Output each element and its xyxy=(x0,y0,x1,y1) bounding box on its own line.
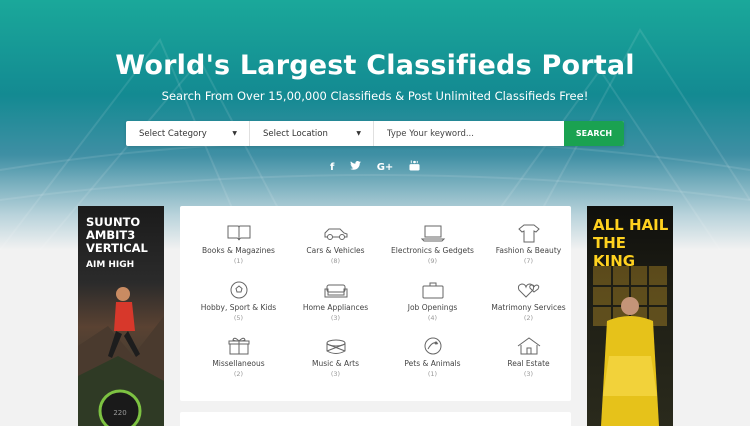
house-icon xyxy=(516,336,542,356)
category-item[interactable]: Matrimony Services (2) xyxy=(480,280,577,322)
category-count: (3) xyxy=(523,370,534,378)
sofa-icon xyxy=(323,280,349,300)
svg-text:220: 220 xyxy=(113,409,126,417)
category-count: (1) xyxy=(233,257,244,265)
social-links: f G+ xyxy=(330,160,420,174)
category-name: Job Openings xyxy=(407,303,458,312)
category-item[interactable]: Pets & Animals (1) xyxy=(384,336,481,378)
category-item[interactable]: Home Appliances (3) xyxy=(287,280,384,322)
category-count: (3) xyxy=(330,370,341,378)
twitter-icon[interactable] xyxy=(350,161,361,173)
category-item[interactable]: Electronics & Gedgets (9) xyxy=(384,223,481,265)
book-icon xyxy=(226,223,252,243)
gift-icon xyxy=(226,336,252,356)
category-name: Music & Arts xyxy=(311,359,360,368)
category-count: (8) xyxy=(330,257,341,265)
category-count: (5) xyxy=(233,314,244,322)
category-name: Missellaneous xyxy=(212,359,265,368)
category-name: Electronics & Gedgets xyxy=(391,246,474,255)
category-count: (2) xyxy=(523,314,534,322)
category-count: (1) xyxy=(427,370,438,378)
right-ad-headline: ALL HAIL THE KING xyxy=(593,216,669,270)
pet-icon xyxy=(420,336,446,356)
location-select[interactable]: Select Location ▼ xyxy=(250,121,374,146)
laptop-icon xyxy=(420,223,446,243)
left-ad-tagline: AIM HIGH xyxy=(86,260,135,270)
left-ad-headline: SUUNTO AMBIT3 VERTICAL xyxy=(86,215,148,255)
caret-down-icon: ▼ xyxy=(232,130,237,137)
category-count: (3) xyxy=(330,314,341,322)
location-select-label: Select Location xyxy=(263,128,328,139)
google-plus-icon[interactable]: G+ xyxy=(377,162,394,173)
caret-down-icon: ▼ xyxy=(356,130,361,137)
category-count: (4) xyxy=(427,314,438,322)
shirt-icon xyxy=(516,223,542,243)
category-item[interactable]: Job Openings (4) xyxy=(384,280,481,322)
facebook-icon[interactable]: f xyxy=(330,162,334,173)
category-item[interactable]: Missellaneous (2) xyxy=(190,336,287,378)
category-count: (9) xyxy=(427,257,438,265)
category-name: Home Appliances xyxy=(302,303,369,312)
category-name: Cars & Vehicles xyxy=(306,246,365,255)
category-name: Fashion & Beauty xyxy=(495,246,562,255)
car-icon xyxy=(323,223,349,243)
briefcase-icon xyxy=(420,280,446,300)
keyword-input[interactable] xyxy=(374,121,564,146)
category-name: Pets & Animals xyxy=(404,359,461,368)
search-button[interactable]: SEARCH xyxy=(564,121,624,146)
category-item[interactable]: Hobby, Sport & Kids (5) xyxy=(190,280,287,322)
search-bar: Select Category ▼ Select Location ▼ SEAR… xyxy=(126,121,624,146)
category-name: Hobby, Sport & Kids xyxy=(200,303,277,312)
category-select[interactable]: Select Category ▼ xyxy=(126,121,250,146)
category-select-label: Select Category xyxy=(139,128,207,139)
category-count: (7) xyxy=(523,257,534,265)
categories-grid: Books & Magazines (1) Cars & Vehicles (8) El… xyxy=(180,206,571,401)
category-name: Matrimony Services xyxy=(491,303,566,312)
category-item[interactable]: Books & Magazines (1) xyxy=(190,223,287,265)
page-title: World's Largest Classifieds Portal xyxy=(115,50,635,81)
category-count: (2) xyxy=(233,370,244,378)
category-name: Real Estate xyxy=(507,359,550,368)
left-ad-banner[interactable]: 220 SUUNTO AMBIT3 VERTICAL AIM HIGH xyxy=(78,206,164,426)
drum-icon xyxy=(323,336,349,356)
category-item[interactable]: Cars & Vehicles (8) xyxy=(287,223,384,265)
youtube-icon[interactable] xyxy=(409,160,420,174)
hearts-icon xyxy=(516,280,542,300)
category-item[interactable]: Fashion & Beauty (7) xyxy=(480,223,577,265)
categories-panel: Books & Magazines (1) Cars & Vehicles (8) El… xyxy=(180,206,571,401)
category-item[interactable]: Real Estate (3) xyxy=(480,336,577,378)
category-item[interactable]: Music & Arts (3) xyxy=(287,336,384,378)
right-ad-banner[interactable]: ALL HAIL THE KING xyxy=(587,206,673,426)
ball-icon xyxy=(226,280,252,300)
category-name: Books & Magazines xyxy=(202,246,275,255)
secondary-panel xyxy=(180,412,571,426)
page-subtitle: Search From Over 15,00,000 Classifieds &… xyxy=(161,89,589,103)
